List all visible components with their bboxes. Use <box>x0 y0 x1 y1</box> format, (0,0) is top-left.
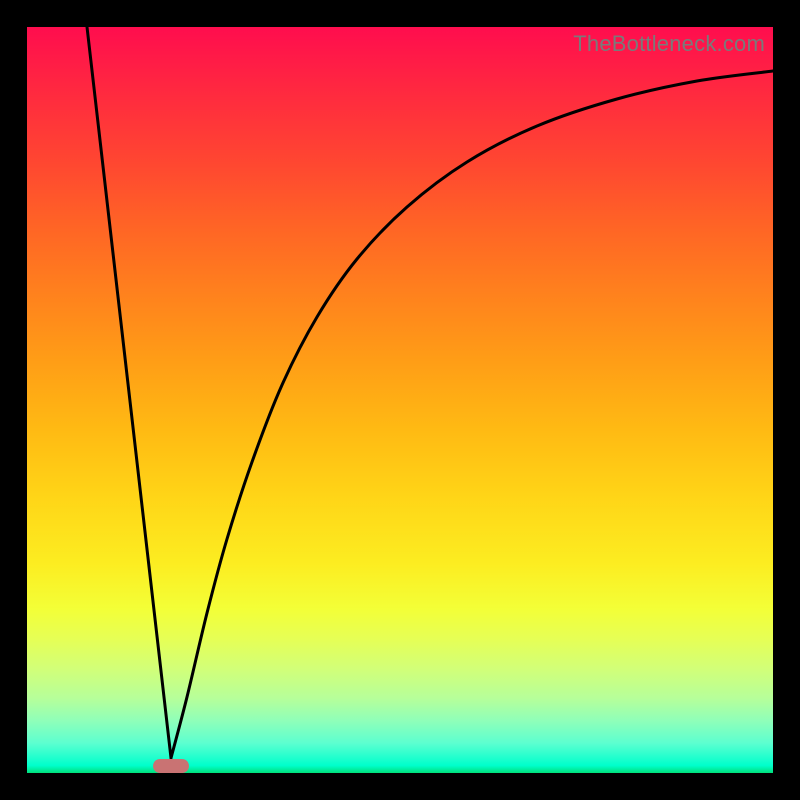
plot-area: TheBottleneck.com <box>27 27 773 773</box>
rising-curve-path <box>171 71 773 758</box>
chart-frame: TheBottleneck.com <box>0 0 800 800</box>
curves-svg <box>27 27 773 773</box>
descending-line-path <box>87 27 171 758</box>
bottleneck-marker <box>153 759 189 773</box>
